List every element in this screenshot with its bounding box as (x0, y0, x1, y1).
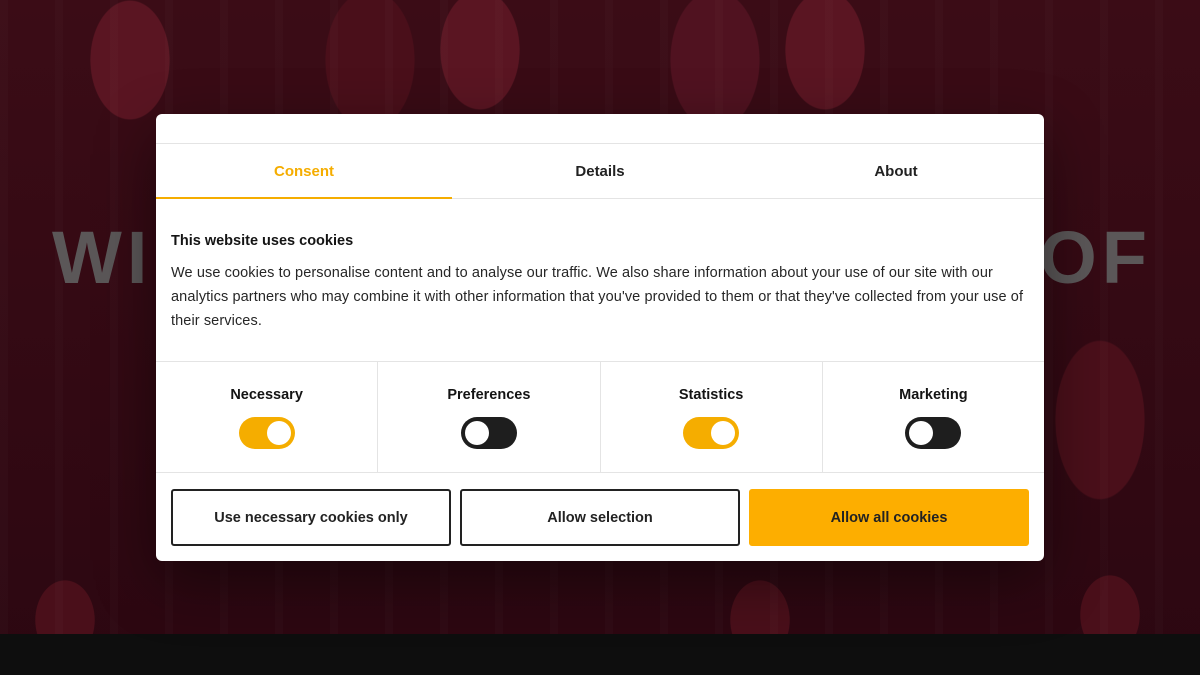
toggle-label-marketing: Marketing (899, 387, 968, 403)
tab-details[interactable]: Details (452, 144, 748, 198)
toggle-cell-marketing: Marketing (823, 362, 1044, 472)
toggle-knob (464, 421, 489, 445)
necessary-toggle[interactable] (238, 417, 295, 449)
consent-buttons: Use necessary cookies only Allow selecti… (156, 473, 1044, 546)
toggle-knob (266, 421, 291, 445)
preferences-toggle[interactable] (460, 417, 517, 449)
footer-bar (0, 634, 1200, 675)
toggle-knob (711, 421, 736, 445)
background-headline-left: WI (52, 216, 153, 299)
toggle-label-statistics: Statistics (678, 387, 744, 403)
toggle-cell-statistics: Statistics (601, 362, 823, 472)
toggle-label-necessary: Necessary (230, 387, 303, 403)
cookie-consent-dialog: Consent Details About This website uses … (156, 114, 1044, 561)
toggle-cell-necessary: Necessary (156, 362, 379, 472)
dialog-header (156, 114, 1044, 144)
toggle-cell-preferences: Preferences (378, 362, 601, 472)
cookie-category-toggles: Necessary Preferences Statistics Marketi… (156, 362, 1044, 473)
tab-about[interactable]: About (748, 144, 1044, 198)
tab-consent[interactable]: Consent (156, 144, 452, 199)
toggle-label-preferences: Preferences (447, 387, 531, 403)
consent-text: We use cookies to personalise content an… (171, 265, 1024, 329)
background-headline-right: OF (1039, 216, 1152, 299)
allow-selection-button[interactable]: Allow selection (460, 489, 740, 546)
allow-all-cookies-button[interactable]: Allow all cookies (749, 489, 1029, 546)
consent-title: This website uses cookies (171, 233, 354, 249)
toggle-knob (909, 421, 934, 445)
consent-body: This website uses cookies We use cookies… (156, 199, 1044, 362)
dialog-tabs: Consent Details About (156, 144, 1044, 199)
statistics-toggle[interactable] (683, 417, 740, 449)
marketing-toggle[interactable] (905, 417, 962, 449)
use-necessary-only-button[interactable]: Use necessary cookies only (171, 489, 451, 546)
